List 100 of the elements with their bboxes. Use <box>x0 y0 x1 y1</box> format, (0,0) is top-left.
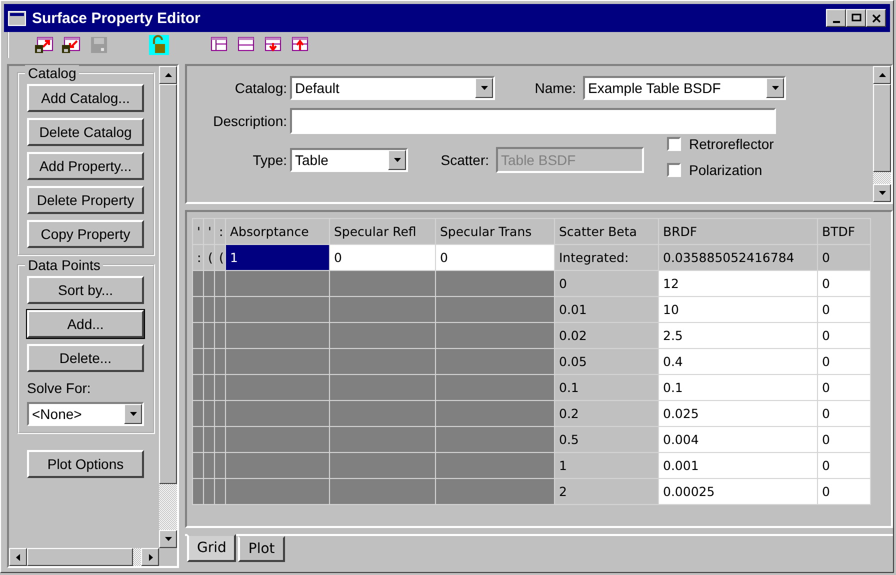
column-header[interactable]: Scatter Beta <box>554 218 658 244</box>
row-header: ' <box>192 218 204 244</box>
table-cell[interactable]: 2.5 <box>658 322 818 348</box>
table-cell[interactable]: 0 <box>818 426 870 452</box>
table-cell[interactable]: 0 <box>818 296 870 322</box>
row-header: : <box>214 218 226 244</box>
table-cell[interactable]: 0 <box>818 478 870 504</box>
checkbox-label: Polarization <box>689 162 762 178</box>
table-cell[interactable]: 0.004 <box>658 426 818 452</box>
table-cell: 0.2 <box>554 400 658 426</box>
table-cell[interactable]: 0 <box>818 374 870 400</box>
scroll-track[interactable] <box>873 172 891 184</box>
minimize-icon <box>832 21 840 23</box>
minimize-button[interactable] <box>826 9 846 27</box>
table-cell[interactable]: 0.1 <box>658 374 818 400</box>
table-cell[interactable]: 0 <box>818 322 870 348</box>
table-cell[interactable]: 1 <box>226 244 330 270</box>
table-cell[interactable]: 0 <box>818 400 870 426</box>
table-cell[interactable]: 0 <box>436 244 554 270</box>
export-icon <box>35 35 55 55</box>
save-icon <box>89 35 109 55</box>
solve-for-dropdown[interactable]: <None> <box>27 402 144 426</box>
table-cell[interactable]: 0 <box>330 244 436 270</box>
toolbar-button[interactable] <box>35 35 55 55</box>
arrow-icon <box>164 70 172 80</box>
column-header[interactable]: BRDF <box>658 218 818 244</box>
field-label: Catalog: <box>234 80 287 96</box>
scroll-thumb[interactable] <box>873 84 891 172</box>
close-icon <box>870 12 882 24</box>
arrow-icon <box>878 188 886 198</box>
table-cell[interactable]: 0 <box>818 270 870 296</box>
dropdown-arrow-icon <box>480 84 488 92</box>
table-cell: 1 <box>554 452 658 478</box>
sidebar-button[interactable]: Sort by... <box>27 276 144 304</box>
field-label: Solve For: <box>27 380 92 396</box>
sidebar-button[interactable]: Delete Catalog <box>27 118 144 146</box>
table-cell: 0.05 <box>554 348 658 374</box>
table-cell: 0.1 <box>554 374 658 400</box>
scroll-arrow-button[interactable] <box>159 66 177 84</box>
column-header[interactable]: Absorptance <box>226 218 330 244</box>
tab[interactable]: Plot <box>238 536 285 562</box>
scroll-thumb[interactable] <box>27 548 133 566</box>
catalog-dropdown[interactable]: Default <box>290 76 495 100</box>
scroll-arrow-button[interactable] <box>873 184 891 202</box>
table-cell: 0.035885052416784 <box>658 244 818 270</box>
sidebar-button[interactable]: Copy Property <box>27 220 144 248</box>
table-cell: 0.5 <box>554 426 658 452</box>
arrow-icon <box>878 70 886 80</box>
table-cell[interactable]: 0.00025 <box>658 478 818 504</box>
group-title: Catalog <box>25 65 80 81</box>
table-cell: 0.02 <box>554 322 658 348</box>
description-field[interactable] <box>290 108 776 134</box>
scroll-thumb[interactable] <box>159 84 177 484</box>
scroll-track[interactable] <box>133 548 141 566</box>
scroll-arrow-button[interactable] <box>159 530 177 548</box>
table-cell[interactable]: 12 <box>658 270 818 296</box>
sidebar-button[interactable]: Add Catalog... <box>27 84 144 112</box>
table-cell: 0.01 <box>554 296 658 322</box>
scroll-arrow-button[interactable] <box>873 66 891 84</box>
field-label: Scatter: <box>440 152 489 168</box>
sidebar-button[interactable]: Delete... <box>27 344 144 372</box>
import-icon <box>62 35 82 55</box>
field-label: Type: <box>252 152 287 168</box>
dropdown-arrow-icon <box>392 156 402 164</box>
table-cell[interactable]: 0.025 <box>658 400 818 426</box>
field-label: Name: <box>534 80 576 96</box>
type-dropdown[interactable]: Table <box>290 148 408 172</box>
checkbox[interactable] <box>667 137 681 151</box>
table-cell[interactable]: 0 <box>818 348 870 374</box>
table-cell[interactable]: 0 <box>818 452 870 478</box>
table-cell[interactable]: 10 <box>658 296 818 322</box>
checkbox-label: Retroreflector <box>689 136 774 152</box>
table-cell: 0 <box>554 270 658 296</box>
window-title: Surface Property Editor <box>32 10 202 26</box>
plot-options-button[interactable]: Plot Options <box>27 450 144 478</box>
tab[interactable]: Grid <box>187 534 236 562</box>
maximize-icon <box>850 12 862 24</box>
dropdown-arrow-icon <box>128 410 138 418</box>
scroll-arrow-button[interactable] <box>9 548 27 566</box>
name-dropdown[interactable]: Example Table BSDF <box>583 76 786 100</box>
sidebar-button[interactable]: Add... <box>27 310 144 338</box>
column-header[interactable]: Specular Trans <box>436 218 554 244</box>
dropdown-arrow-icon <box>770 84 780 92</box>
close-button[interactable] <box>866 9 886 27</box>
table-cell[interactable]: 0.4 <box>658 348 818 374</box>
column-header[interactable]: BTDF <box>818 218 870 244</box>
table-cell: 2 <box>554 478 658 504</box>
scroll-arrow-button[interactable] <box>141 548 159 566</box>
row-header: : <box>192 244 204 270</box>
sidebar-button[interactable]: Add Property... <box>27 152 144 180</box>
arrow-icon <box>14 552 22 562</box>
column-header[interactable]: Specular Refl <box>330 218 436 244</box>
sidebar-button[interactable]: Delete Property <box>27 186 144 214</box>
field-label: Description: <box>212 113 287 129</box>
checkbox[interactable] <box>667 163 681 177</box>
toolbar-button[interactable] <box>62 35 82 55</box>
table-cell: 0 <box>818 244 870 270</box>
group-title: Data Points <box>25 257 104 273</box>
maximize-button[interactable] <box>846 9 866 27</box>
table-cell[interactable]: 0.001 <box>658 452 818 478</box>
